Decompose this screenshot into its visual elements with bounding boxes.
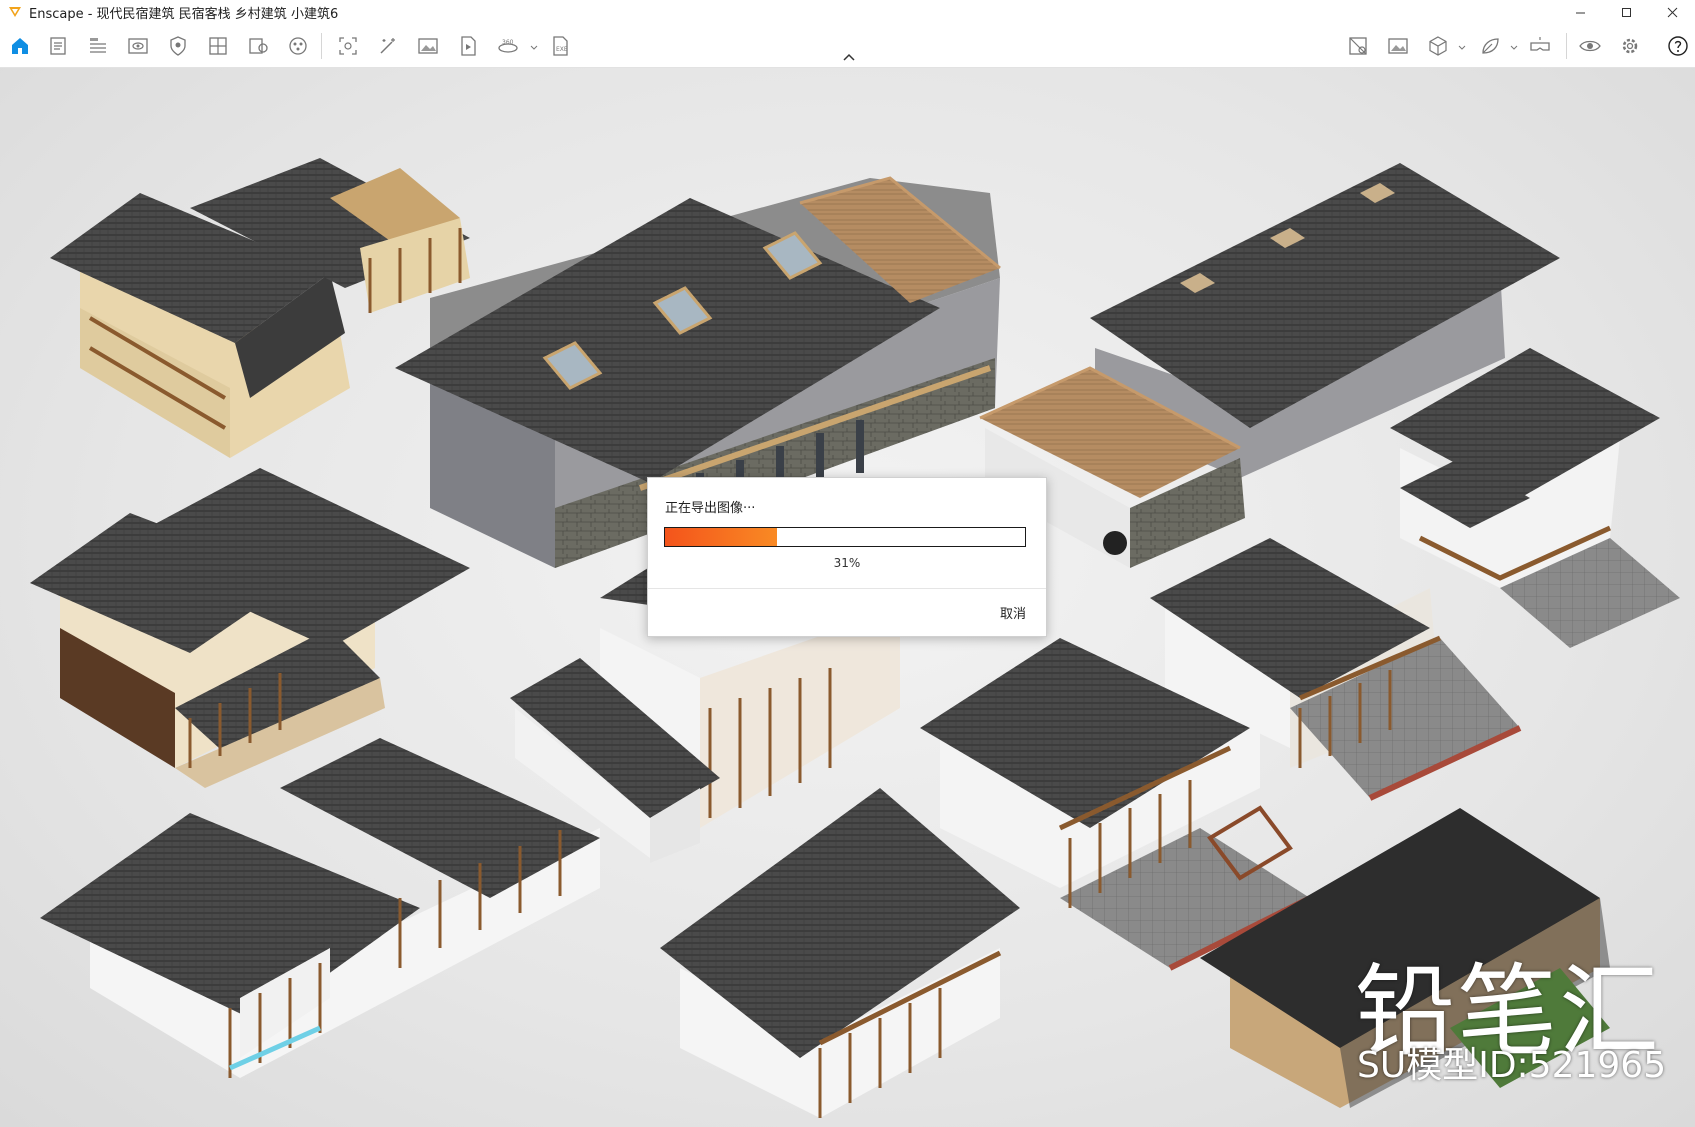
material-editor-button[interactable] <box>244 32 272 60</box>
asset-library-icon <box>209 37 227 55</box>
asset-library-button[interactable] <box>204 32 232 60</box>
project-button[interactable] <box>44 32 72 60</box>
screenshot-button[interactable] <box>334 32 362 60</box>
settings-button[interactable] <box>1616 32 1644 60</box>
svg-text:EXE: EXE <box>556 46 568 53</box>
preview-eye-icon <box>1579 40 1601 52</box>
close-icon <box>1667 7 1677 17</box>
progress-bar <box>664 527 1026 547</box>
view-button[interactable] <box>124 32 152 60</box>
image-gallery-button[interactable] <box>1384 32 1412 60</box>
panorama-button[interactable]: 360 <box>494 32 522 60</box>
building-d <box>30 468 470 788</box>
progress-bar-fill <box>665 528 777 546</box>
batch-render-button[interactable] <box>374 32 402 60</box>
enscape-logo-icon <box>9 7 21 17</box>
home-button[interactable] <box>6 32 34 60</box>
home-icon <box>12 38 28 54</box>
building-g <box>1390 348 1680 648</box>
site-context-button[interactable] <box>284 32 312 60</box>
building-a <box>50 158 470 458</box>
image-export-icon <box>418 38 438 54</box>
preview-eye-button[interactable] <box>1576 32 1604 60</box>
building-h <box>40 738 600 1078</box>
paint-button[interactable] <box>1476 32 1504 60</box>
screenshot-icon <box>339 37 357 55</box>
progress-percent: 31% <box>833 556 861 570</box>
help-button[interactable] <box>1664 32 1692 60</box>
bim-icon <box>90 38 106 53</box>
cube-dropdown-icon[interactable] <box>1458 44 1466 52</box>
sync-views-button[interactable] <box>1344 32 1372 60</box>
maximize-icon <box>1621 7 1631 17</box>
site-context-icon <box>289 37 307 55</box>
dialog-title: 正在导出图像··· <box>665 501 756 516</box>
close-button[interactable] <box>1649 0 1695 24</box>
vr-headset-button[interactable] <box>1526 32 1554 60</box>
visual-settings-button[interactable] <box>164 32 192 60</box>
sync-views-icon <box>1349 37 1367 55</box>
cube-view-button[interactable] <box>1424 32 1452 60</box>
view-icon <box>128 38 148 54</box>
video-export-icon <box>461 36 476 56</box>
exe-export-button[interactable]: EXE <box>546 32 574 60</box>
watermark-model-id: SU模型ID:521965 <box>1357 1045 1667 1086</box>
paint-dropdown-icon[interactable] <box>1510 44 1518 52</box>
exe-export-icon: EXE <box>553 36 568 56</box>
video-export-button[interactable] <box>454 32 482 60</box>
toolbar-separator <box>1566 33 1567 59</box>
minimize-icon <box>1575 12 1585 13</box>
image-export-button[interactable] <box>414 32 442 60</box>
cube-icon <box>1429 36 1447 56</box>
panorama-icon: 360 <box>498 39 518 53</box>
cancel-button[interactable]: 取消 <box>1000 603 1026 622</box>
panorama-dropdown-icon[interactable] <box>530 44 538 52</box>
export-progress-dialog: 正在导出图像··· 31% 取消 <box>647 477 1047 637</box>
dialog-divider <box>648 588 1046 589</box>
toolbar-separator <box>321 33 322 59</box>
bim-button[interactable] <box>84 32 112 60</box>
batch-render-icon <box>380 38 395 54</box>
collapse-toolbar-chevron-icon[interactable] <box>840 52 858 64</box>
svg-text:360: 360 <box>502 39 514 46</box>
project-icon <box>50 37 66 55</box>
visual-settings-icon <box>170 36 186 56</box>
paint-icon <box>1482 38 1499 54</box>
maximize-button[interactable] <box>1603 0 1649 24</box>
help-icon <box>1668 36 1688 56</box>
minimize-button[interactable] <box>1557 0 1603 24</box>
image-gallery-icon <box>1388 38 1408 54</box>
title-bar: Enscape - 现代民宿建筑 民宿客栈 乡村建筑 小建筑6 <box>0 0 1695 24</box>
window-title: Enscape - 现代民宿建筑 民宿客栈 乡村建筑 小建筑6 <box>29 6 339 22</box>
material-editor-icon <box>249 38 268 54</box>
vr-headset-icon <box>1530 37 1550 51</box>
settings-icon <box>1622 38 1638 54</box>
